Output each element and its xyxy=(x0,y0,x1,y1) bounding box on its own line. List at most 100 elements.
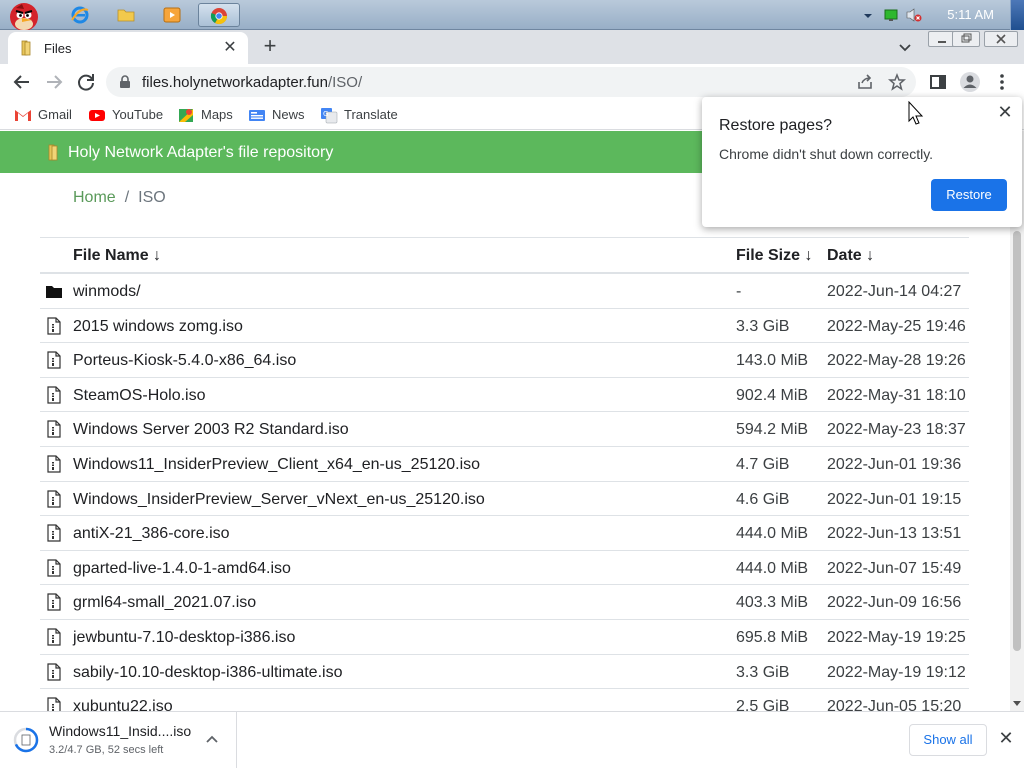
clock[interactable]: 5:11 AM xyxy=(947,7,994,22)
mouse-cursor-icon xyxy=(908,101,924,125)
url-path: /ISO/ xyxy=(327,74,363,91)
show-all-downloads-button[interactable]: Show all xyxy=(909,724,987,756)
dialog-message: Chrome didn't shut down correctly. xyxy=(719,146,934,162)
side-panel-icon[interactable] xyxy=(924,68,952,96)
forward-button[interactable] xyxy=(40,68,68,96)
file-name-link[interactable]: Windows Server 2003 R2 Standard.iso xyxy=(73,421,349,439)
table-row-file[interactable]: antiX-21_386-core.iso 444.0 MiB 2022-Jun-1… xyxy=(40,516,969,551)
reload-button[interactable] xyxy=(72,68,100,96)
bookmark-translate[interactable]: G Translate xyxy=(320,106,400,124)
bookmark-youtube[interactable]: YouTube xyxy=(88,106,168,124)
table-row-file[interactable]: Windows11_InsiderPreview_Client_x64_en-u… xyxy=(40,447,969,482)
bookmark-news[interactable]: News xyxy=(248,106,308,124)
file-size: 594.2 MiB xyxy=(736,421,809,439)
url-host: files.holynetworkadapter.fun xyxy=(142,74,328,91)
folder-icon[interactable] xyxy=(108,3,144,27)
news-icon xyxy=(249,110,265,121)
bookmark-maps[interactable]: Maps xyxy=(177,106,241,124)
file-name-link[interactable]: SteamOS-Holo.iso xyxy=(73,387,206,405)
volume-muted-icon[interactable] xyxy=(906,7,922,23)
bookmark-label: YouTube xyxy=(112,107,164,122)
file-name-link[interactable]: Porteus-Kiosk-5.4.0-x86_64.iso xyxy=(73,352,296,370)
bookmark-star-icon[interactable] xyxy=(888,73,906,91)
file-name-link[interactable]: Windows_InsiderPreview_Server_vNext_en-u… xyxy=(73,491,485,509)
file-name-link[interactable]: winmods/ xyxy=(73,283,141,301)
bookmark-label: Gmail xyxy=(38,107,72,122)
bookmark-gmail[interactable]: Gmail xyxy=(14,106,84,124)
internet-explorer-icon[interactable] xyxy=(62,3,98,27)
download-item[interactable]: Windows11_Insid....iso 3.2/4.7 GB, 52 se… xyxy=(0,712,237,768)
download-progress-icon xyxy=(13,727,39,753)
new-tab-button[interactable]: + xyxy=(258,35,282,59)
file-icon xyxy=(47,559,61,577)
file-name-link[interactable]: Windows11_InsiderPreview_Client_x64_en-u… xyxy=(73,456,480,474)
scroll-down-arrow-icon[interactable] xyxy=(1013,699,1021,707)
site-title[interactable]: Holy Network Adapter's file repository xyxy=(68,144,333,162)
tab-close-icon[interactable]: ✕ xyxy=(220,38,240,58)
sort-by-name-header[interactable]: File Name ↓ xyxy=(73,247,161,265)
folder-icon xyxy=(46,286,62,298)
close-window-button[interactable] xyxy=(984,31,1018,47)
translate-icon: G xyxy=(321,108,338,124)
file-icon xyxy=(47,628,61,646)
angry-bird-icon[interactable] xyxy=(2,3,46,30)
file-name-link[interactable]: antiX-21_386-core.iso xyxy=(73,525,230,543)
file-name-link[interactable]: grml64-small_2021.07.iso xyxy=(73,594,256,612)
back-button[interactable] xyxy=(8,68,36,96)
close-download-bar-icon[interactable]: ✕ xyxy=(996,728,1016,748)
file-name-link[interactable]: gparted-live-1.4.0-1-amd64.iso xyxy=(73,560,291,578)
file-date: 2022-May-25 19:46 xyxy=(827,317,966,335)
file-date: 2022-Jun-13 13:51 xyxy=(827,525,962,543)
table-row-file[interactable]: xubuntu22.iso 2.5 GiB 2022-Jun-05 15:20 xyxy=(40,689,969,711)
table-row-file[interactable]: grml64-small_2021.07.iso 403.3 MiB 2022-Ju… xyxy=(40,585,969,620)
table-row-file[interactable]: Windows Server 2003 R2 Standard.iso 594.2… xyxy=(40,412,969,447)
file-name-link[interactable]: jewbuntu-7.10-desktop-i386.iso xyxy=(73,629,295,647)
file-name-link[interactable]: 2015 windows zomg.iso xyxy=(73,318,243,336)
chrome-icon[interactable] xyxy=(198,3,240,27)
chevron-up-icon[interactable] xyxy=(204,732,220,748)
lock-icon[interactable] xyxy=(118,75,132,89)
file-name-link[interactable]: sabily-10.10-desktop-i386-ultimate.iso xyxy=(73,664,342,682)
table-row-file[interactable]: jewbuntu-7.10-desktop-i386.iso 695.8 MiB 2… xyxy=(40,620,969,655)
table-row-file[interactable]: Porteus-Kiosk-5.4.0-x86_64.iso 143.0 MiB 2… xyxy=(40,343,969,378)
menu-kebab-icon[interactable] xyxy=(988,68,1016,96)
restore-button[interactable]: Restore xyxy=(931,179,1007,211)
table-row-file[interactable]: 2015 windows zomg.iso 3.3 GiB 2022-May-25 … xyxy=(40,309,969,344)
tab-search-chevron-icon[interactable] xyxy=(895,37,915,57)
windows-taskbar: 5:11 AM xyxy=(0,0,1024,30)
file-size: 4.6 GiB xyxy=(736,490,790,508)
file-icon xyxy=(47,316,61,335)
file-name-link[interactable]: xubuntu22.iso xyxy=(73,698,173,711)
profile-avatar-icon[interactable] xyxy=(956,68,984,96)
file-icon xyxy=(47,386,61,404)
scroll-thumb[interactable] xyxy=(1013,231,1021,651)
network-icon[interactable] xyxy=(884,8,898,22)
file-date: 2022-May-19 19:12 xyxy=(827,663,966,681)
show-desktop-button[interactable] xyxy=(1010,0,1024,30)
address-bar[interactable]: files.holynetworkadapter.fun/ISO/ xyxy=(106,67,916,97)
table-row-file[interactable]: SteamOS-Holo.iso 902.4 MiB 2022-May-31 18:… xyxy=(40,378,969,413)
file-size: 3.3 GiB xyxy=(736,663,790,681)
tab-strip: Files ✕ + xyxy=(0,30,1024,64)
dialog-close-icon[interactable]: ✕ xyxy=(996,103,1014,121)
file-table: File Name ↓ File Size ↓ Date ↓ winmods/ -… xyxy=(40,237,969,711)
tab-files[interactable]: Files ✕ xyxy=(8,32,248,64)
restore-window-button[interactable] xyxy=(952,31,980,47)
breadcrumb-home-link[interactable]: Home xyxy=(73,189,116,206)
file-date: 2022-Jun-05 15:20 xyxy=(827,698,962,711)
sort-by-size-header[interactable]: File Size ↓ xyxy=(736,247,812,265)
table-row-folder[interactable]: winmods/ - 2022-Jun-14 04:27 xyxy=(40,274,969,309)
breadcrumb-current: ISO xyxy=(138,189,166,206)
tray-chevron-icon[interactable] xyxy=(862,9,874,21)
table-row-file[interactable]: Windows_InsiderPreview_Server_vNext_en-u… xyxy=(40,482,969,517)
share-icon[interactable] xyxy=(856,73,874,91)
table-row-file[interactable]: gparted-live-1.4.0-1-amd64.iso 444.0 MiB 2… xyxy=(40,551,969,586)
download-bar: Windows11_Insid....iso 3.2/4.7 GB, 52 se… xyxy=(0,711,1024,768)
file-date: 2022-May-28 19:26 xyxy=(827,352,966,370)
media-player-icon[interactable] xyxy=(154,3,190,27)
sort-by-date-header[interactable]: Date ↓ xyxy=(827,247,874,265)
table-row-file[interactable]: sabily-10.10-desktop-i386-ultimate.iso 3.… xyxy=(40,655,969,690)
file-date: 2022-Jun-14 04:27 xyxy=(827,283,962,300)
file-size: 2.5 GiB xyxy=(736,698,790,711)
file-size: 695.8 MiB xyxy=(736,628,809,646)
